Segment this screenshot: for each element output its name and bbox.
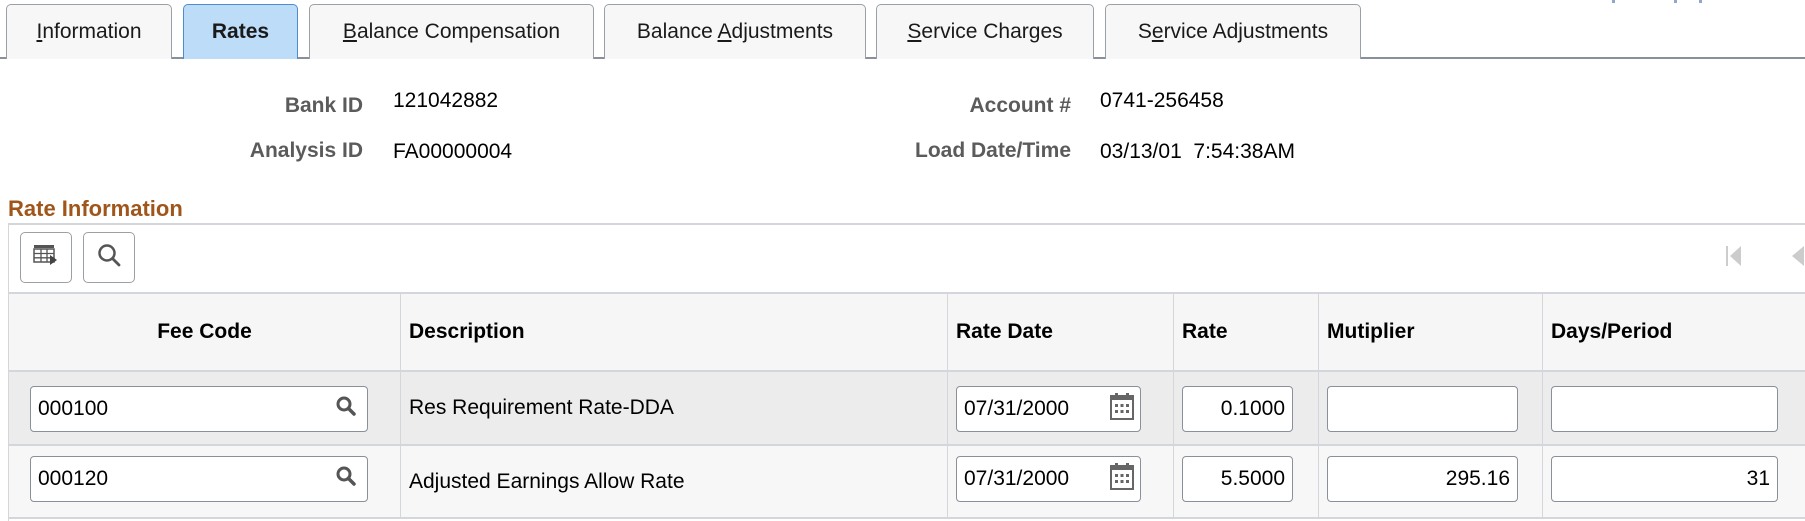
- load-datetime-label: Load Date/Time: [915, 139, 1071, 162]
- multiplier-input[interactable]: 295.16: [1327, 456, 1518, 502]
- fee-code-input[interactable]: 000120: [30, 456, 368, 502]
- previous-page-icon[interactable]: [1788, 244, 1805, 273]
- section-title: Rate Information: [8, 196, 183, 221]
- days-period-input[interactable]: 31: [1551, 456, 1778, 502]
- description-cell: Adjusted Earnings Allow Rate: [400, 446, 947, 517]
- fee-code-cell: 000120: [9, 446, 400, 517]
- rate-date-value: 07/31/2000: [964, 467, 1070, 490]
- tab-balance-adjustments[interactable]: Balance Adjustments: [604, 4, 866, 59]
- table-header: Fee Code Description Rate Date Rate Muti…: [9, 292, 1805, 372]
- analysis-id-value: FA00000004: [393, 140, 513, 163]
- analysis-id-label: Analysis ID: [249, 139, 363, 162]
- personalize-grid-button[interactable]: [20, 232, 72, 283]
- column-header-rate-date[interactable]: Rate Date: [947, 294, 1173, 370]
- bank-id-label: Bank ID: [284, 94, 363, 117]
- column-header-fee-code[interactable]: Fee Code: [9, 294, 400, 370]
- tab-label: Service Adjustments: [1137, 20, 1329, 43]
- rate-date-cell: 07/31/2000: [947, 446, 1173, 517]
- days-period-cell: 31: [1542, 446, 1805, 517]
- rate-input[interactable]: 5.5000: [1182, 456, 1293, 502]
- rate-date-value: 07/31/2000: [964, 397, 1070, 420]
- fee-code-value: 000100: [38, 397, 109, 420]
- column-header-days-period[interactable]: Days/Period: [1542, 294, 1803, 370]
- lookup-search-icon[interactable]: [335, 465, 357, 493]
- multiplier-input[interactable]: [1327, 386, 1518, 432]
- first-page-icon[interactable]: [1725, 244, 1743, 273]
- rate-date-input[interactable]: 07/31/2000: [956, 456, 1141, 502]
- clipped-content-fragment: [1612, 0, 1615, 3]
- tab-label: Balance Compensation: [342, 20, 561, 43]
- rate-input[interactable]: 0.1000: [1182, 386, 1293, 432]
- tab-label: Service Charges: [907, 20, 1063, 43]
- days-period-cell: [1542, 372, 1805, 444]
- search-icon: [96, 242, 122, 273]
- tab-rates[interactable]: Rates: [183, 4, 298, 59]
- table-row: 000100 Res Requirement Rate-DDA 07/31/20…: [9, 372, 1805, 446]
- tab-information[interactable]: Information: [6, 4, 172, 59]
- tab-balance-compensation[interactable]: Balance Compensation: [309, 4, 594, 59]
- tab-service-charges[interactable]: Service Charges: [876, 4, 1094, 59]
- days-period-input[interactable]: [1551, 386, 1778, 432]
- column-header-description[interactable]: Description: [400, 294, 947, 370]
- fee-code-cell: 000100: [9, 372, 400, 444]
- description-text: Adjusted Earnings Allow Rate: [409, 469, 685, 493]
- find-button[interactable]: [83, 232, 135, 283]
- grid-settings-icon: [33, 243, 59, 272]
- table-row: 000120 Adjusted Earnings Allow Rate 07/3…: [9, 446, 1805, 519]
- tab-bar: Information Rates Balance Compensation B…: [0, 0, 1805, 59]
- fee-code-value: 000120: [38, 467, 109, 490]
- rate-date-cell: 07/31/2000: [947, 372, 1173, 444]
- rate-date-input[interactable]: 07/31/2000: [956, 386, 1141, 432]
- clipped-content-fragment: [1699, 0, 1702, 3]
- column-header-rate[interactable]: Rate: [1173, 294, 1318, 370]
- multiplier-cell: [1318, 372, 1542, 444]
- tab-label: Information: [36, 20, 142, 43]
- rate-cell: 5.5000: [1173, 446, 1318, 517]
- calendar-icon[interactable]: [1110, 462, 1134, 496]
- load-datetime-value: 03/13/01 7:54:38AM: [1100, 140, 1295, 163]
- account-number-value: 0741-256458: [1100, 89, 1224, 112]
- lookup-search-icon[interactable]: [335, 395, 357, 423]
- clipped-content-fragment: [1674, 0, 1677, 3]
- column-header-multiplier[interactable]: Mutiplier: [1318, 294, 1542, 370]
- bank-id-value: 121042882: [393, 89, 499, 112]
- multiplier-cell: 295.16: [1318, 446, 1542, 517]
- account-number-label: Account #: [969, 94, 1071, 117]
- fee-code-input[interactable]: 000100: [30, 386, 368, 432]
- tab-label: Rates: [211, 20, 270, 43]
- description-text: Res Requirement Rate-DDA: [409, 396, 674, 419]
- calendar-icon[interactable]: [1110, 392, 1134, 426]
- tab-service-adjustments[interactable]: Service Adjustments: [1105, 4, 1361, 59]
- rate-cell: 0.1000: [1173, 372, 1318, 444]
- tab-label: Balance Adjustments: [636, 20, 834, 43]
- description-cell: Res Requirement Rate-DDA: [400, 372, 947, 444]
